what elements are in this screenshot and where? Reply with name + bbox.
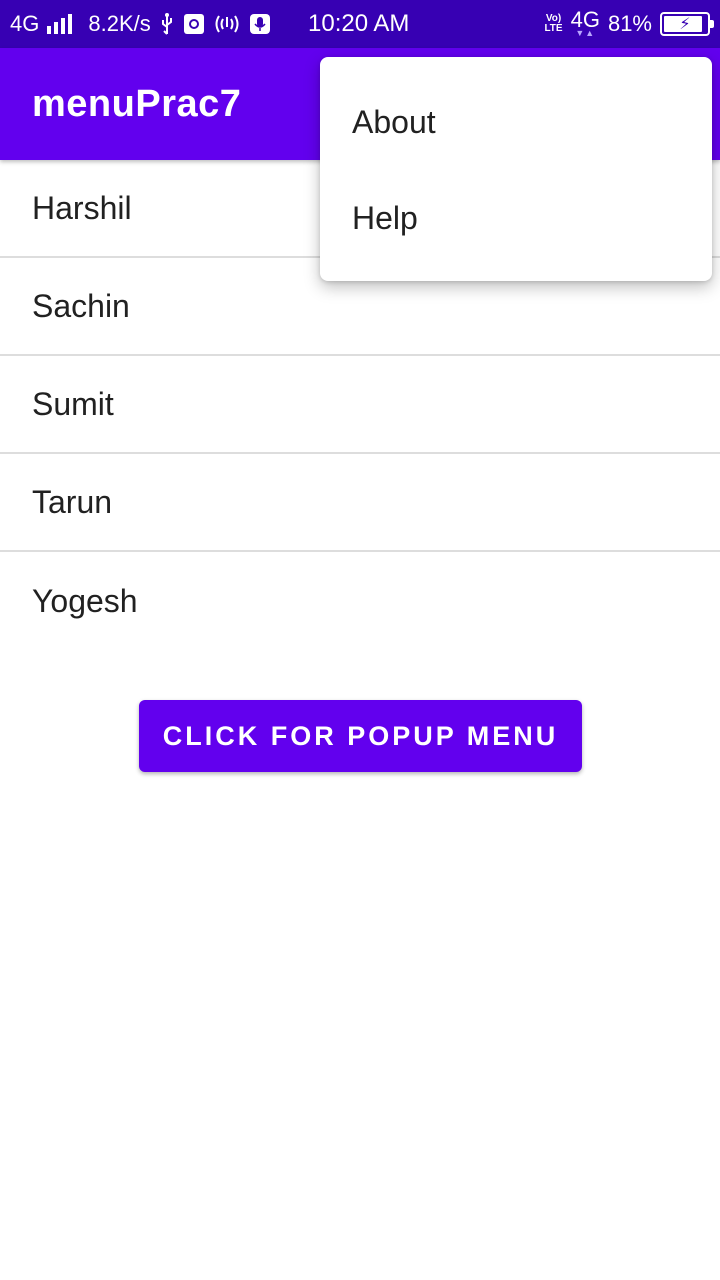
status-bar: 4G 8.2K/s 10:20 AM Vo) LTE 4G ▼▲ 81% ⚡ (0, 0, 720, 48)
network-type-label: 4G (10, 11, 40, 36)
network-speed: 8.2K/s (88, 11, 151, 36)
status-bar-right: Vo) LTE 4G ▼▲ 81% ⚡ (544, 0, 714, 48)
clock: 10:20 AM (308, 10, 410, 37)
microphone-icon (249, 13, 271, 35)
hotspot-icon (213, 13, 241, 35)
list-item[interactable]: Yogesh (0, 552, 720, 650)
data-arrows-icon: ▼▲ (575, 28, 596, 38)
menu-item-about[interactable]: About (320, 74, 712, 170)
volte-icon: Vo) LTE (544, 13, 563, 34)
list-item[interactable]: Sumit (0, 356, 720, 454)
signal-bars-icon (47, 14, 73, 34)
list-item[interactable]: Tarun (0, 454, 720, 552)
battery-percent: 81% (607, 11, 652, 36)
popup-menu-button[interactable]: CLICK FOR POPUP MENU (139, 700, 582, 772)
app-title: menuPrac7 (32, 82, 242, 125)
mobile-data-indicator: 4G ▼▲ (570, 7, 600, 38)
battery-charging-icon: ⚡ (660, 12, 714, 36)
usb-debug-icon (183, 13, 205, 35)
usb-icon (159, 12, 175, 36)
status-bar-left: 4G 8.2K/s (10, 0, 271, 48)
menu-item-help[interactable]: Help (320, 170, 712, 266)
overflow-menu: About Help (320, 57, 712, 281)
